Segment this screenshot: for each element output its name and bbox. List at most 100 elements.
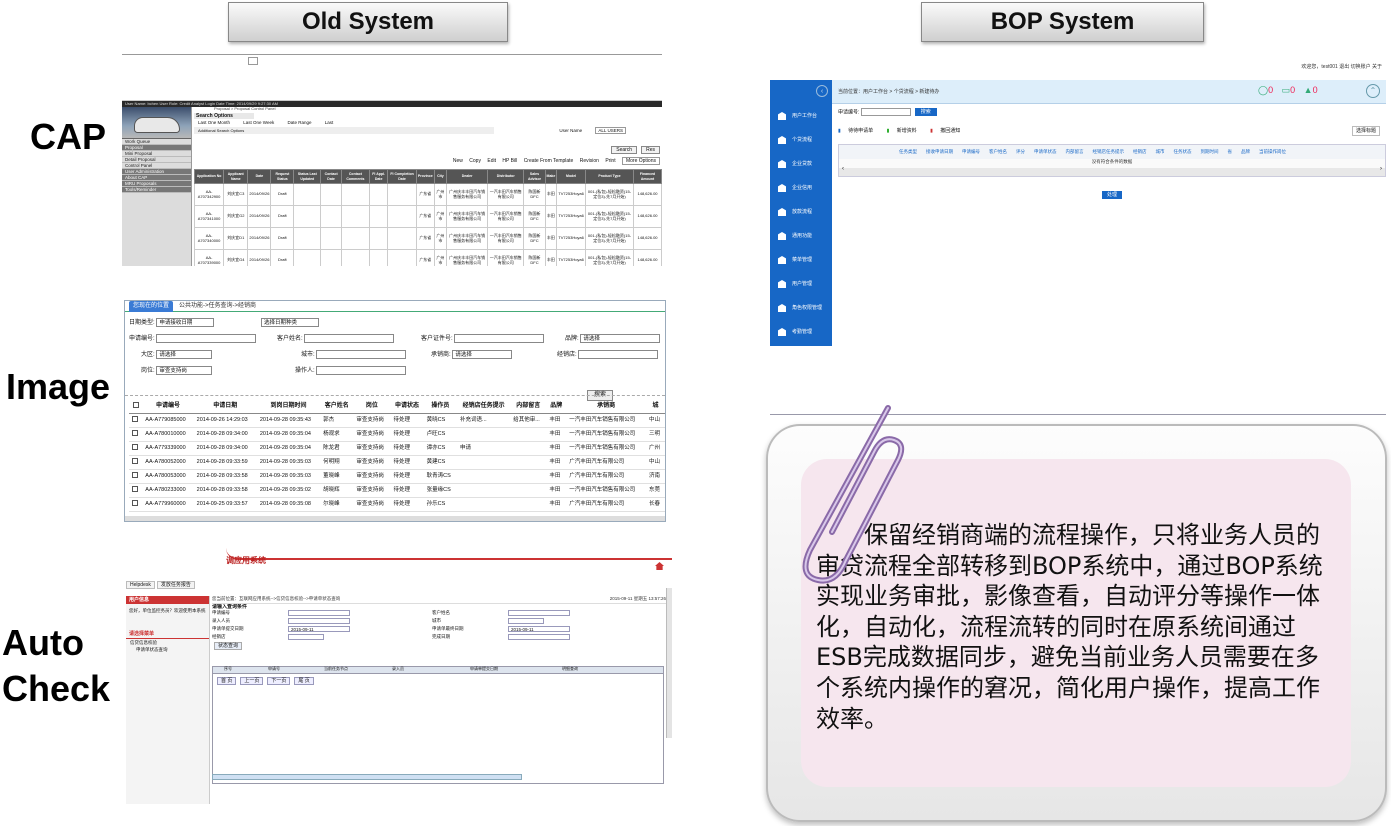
table-row[interactable]: AA-A780233000 2014-09-28 09:33:58 2014-09-… — [129, 483, 665, 498]
column-header[interactable]: 客户姓名 — [989, 149, 1007, 154]
column-header[interactable]: City — [433, 169, 448, 184]
status-query-tab[interactable]: 状态查询 — [214, 642, 243, 650]
dealer-select[interactable] — [288, 634, 324, 640]
column-header[interactable]: 申请单状态 — [1034, 149, 1057, 154]
column-header[interactable]: Applicant Name — [223, 169, 249, 184]
table-row[interactable]: AA-A779339000 2014-09-28 09:34:00 2014-09-… — [129, 441, 665, 456]
prev-page-button[interactable]: 上一页 — [240, 677, 264, 685]
sidebar-collapse[interactable]: ‹ — [770, 80, 832, 104]
title-select[interactable]: 选择标题 — [1351, 126, 1380, 137]
checkbox[interactable] — [132, 485, 138, 492]
row-checkbox-cell[interactable] — [129, 469, 143, 484]
column-header[interactable]: Product Type — [584, 169, 635, 184]
id-no-input[interactable] — [454, 334, 545, 343]
new-button[interactable]: New — [453, 158, 463, 164]
checkbox[interactable] — [132, 415, 138, 422]
sidebar-item[interactable]: 菜单管理 — [770, 248, 832, 272]
radio-option[interactable]: Last — [325, 120, 334, 125]
task-icon[interactable]: ◯ — [1258, 85, 1268, 95]
checkbox[interactable] — [132, 402, 139, 409]
select-all-checkbox[interactable] — [129, 401, 143, 414]
tab-report[interactable]: 发放任务报告 — [156, 581, 195, 589]
column-header[interactable]: 经销店 — [1133, 149, 1147, 154]
final-date-input[interactable]: 2015-09-11 — [508, 626, 570, 632]
post-select[interactable]: 审查支持岗 — [156, 366, 213, 375]
column-header[interactable]: Application No — [193, 169, 225, 184]
column-header[interactable]: 任务类型 — [899, 149, 917, 154]
table-row[interactable]: AA-A779085000 2014-09-26 14:29:03 2014-09-… — [129, 413, 665, 428]
column-header[interactable]: Date — [247, 169, 272, 184]
date-type-select[interactable]: 申请接收日期 — [156, 318, 215, 327]
row-checkbox-cell[interactable] — [129, 483, 143, 498]
date-kind-select[interactable]: 选择日期种类 — [261, 318, 319, 327]
revision-button[interactable]: Revision — [580, 158, 599, 164]
bop-search-button[interactable]: 搜索 — [914, 108, 937, 117]
sidebar-item[interactable]: 考勤管理 — [770, 320, 832, 344]
create-from-template-button[interactable]: Create From Template — [524, 158, 574, 164]
horizontal-scrollbar[interactable] — [212, 774, 522, 780]
sidebar-item[interactable]: 企业信用 — [770, 176, 832, 200]
horizontal-scrollbar[interactable] — [125, 516, 665, 521]
horizontal-scrollbar[interactable] — [839, 166, 1385, 177]
checkbox[interactable] — [132, 429, 138, 436]
column-header[interactable]: Model — [556, 169, 586, 184]
next-page-button[interactable]: 下一页 — [267, 677, 291, 685]
column-header[interactable]: Sales Advisor — [523, 169, 546, 184]
notice-icon[interactable]: ▲ — [1304, 85, 1313, 95]
column-header[interactable]: 申请编号 — [962, 149, 980, 154]
radio-option[interactable]: Date Range — [288, 120, 312, 125]
row-checkbox-cell[interactable] — [129, 497, 143, 512]
pending-app-button[interactable]: ▮ 待待申请单 — [838, 128, 879, 134]
sidebar-item[interactable]: 企业贷款 — [770, 152, 832, 176]
message-icon[interactable]: ▭ — [1282, 85, 1291, 95]
more-options-select[interactable]: More Options — [621, 157, 660, 165]
cust-name-input[interactable] — [304, 334, 395, 343]
column-header[interactable]: Status Last Updated — [293, 169, 322, 184]
column-header[interactable]: Contact Comments — [340, 169, 371, 184]
table-row[interactable]: AA-A707340000 刘庆宜D1 2014/09/26 Draft 广东省 广州市广… — [193, 227, 662, 250]
first-page-button[interactable]: 首 页 — [217, 677, 237, 685]
column-header[interactable]: 接收申请日期 — [926, 149, 953, 154]
reset-button[interactable]: Res — [641, 146, 660, 154]
edit-button[interactable]: Edit — [487, 158, 496, 164]
hp-bill-button[interactable]: HP Bill — [502, 158, 517, 164]
complete-date-input[interactable] — [508, 634, 570, 640]
table-row[interactable]: AA-A707342900 刘庆宜C3 2014/09/26 Draft 广东省 广州市广… — [193, 183, 662, 206]
sidebar-item[interactable]: 通用功能 — [770, 224, 832, 248]
column-header[interactable]: 评分 — [1016, 149, 1025, 154]
user-name-select[interactable]: ALL USERS — [595, 127, 626, 134]
search-button[interactable]: Search — [611, 146, 638, 154]
app-no-input[interactable] — [156, 334, 257, 343]
entry-person-input[interactable] — [288, 618, 350, 624]
add-material-button[interactable]: ▮ 新增资料 — [887, 128, 923, 134]
customer-name-input[interactable] — [508, 610, 570, 616]
checkbox[interactable] — [132, 471, 138, 478]
column-header[interactable]: Distributor — [487, 169, 525, 184]
print-button[interactable]: Print — [605, 158, 615, 164]
underwriter-select[interactable]: 请选择 — [452, 350, 513, 359]
region-select[interactable]: 请选择 — [156, 350, 213, 359]
column-header[interactable]: 经销店任务提示 — [1093, 149, 1125, 154]
sidebar-item[interactable]: 用户管理 — [770, 272, 832, 296]
row-checkbox-cell[interactable] — [129, 441, 143, 456]
chevron-up-icon[interactable]: ⌃ — [1366, 84, 1380, 98]
column-header[interactable]: 任务状态 — [1174, 149, 1192, 154]
column-header[interactable]: 当前操作岗位 — [1259, 149, 1286, 154]
sidebar-item[interactable]: 用户工作台 — [770, 104, 832, 128]
radio-option[interactable]: Last One Month — [198, 120, 230, 125]
column-header[interactable]: FI Completion Date — [387, 169, 417, 184]
city-input[interactable] — [316, 350, 407, 359]
row-checkbox-cell[interactable] — [129, 455, 143, 470]
sidebar-item[interactable]: 角色权限管理 — [770, 296, 832, 320]
sidebar-item[interactable]: 放款流程 — [770, 200, 832, 224]
brand-select[interactable]: 请选择 — [580, 334, 661, 343]
table-row[interactable]: AA-A780010000 2014-09-28 09:34:00 2014-09-… — [129, 427, 665, 442]
column-header[interactable]: 到期时间 — [1201, 149, 1219, 154]
dealer-input[interactable] — [578, 350, 659, 359]
table-row[interactable]: AA-A780052000 2014-09-28 09:33:59 2014-09-… — [129, 455, 665, 470]
vertical-scrollbar[interactable] — [666, 588, 672, 738]
column-header[interactable]: 品牌 — [1241, 149, 1250, 154]
checkbox[interactable] — [132, 443, 138, 450]
home-icon[interactable] — [655, 562, 664, 570]
table-row[interactable]: AA-A707341000 刘庆宜G2 2014/09/26 Draft 广东省 广州市广… — [193, 205, 662, 228]
